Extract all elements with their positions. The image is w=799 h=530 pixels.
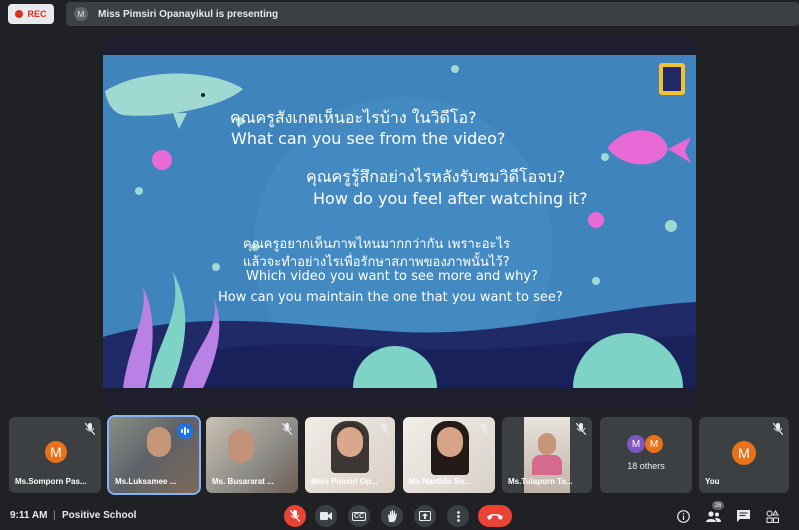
slide-question-2-english: How do you feel after watching it? xyxy=(313,189,588,208)
avatar: M xyxy=(45,441,67,463)
slide-question-1-thai: คุณครูสังเกตเห็นอะไรบ้าง ในวิดีโอ? xyxy=(230,108,477,127)
participant-name: Ms.Tulaporn Ta... xyxy=(508,477,573,486)
recording-indicator[interactable]: REC xyxy=(8,4,54,24)
participant-name: Ms.Nantida So... xyxy=(409,477,471,486)
recording-label: REC xyxy=(27,9,47,19)
raise-hand-button[interactable] xyxy=(381,505,403,527)
camera-icon xyxy=(320,512,332,520)
participant-face xyxy=(147,427,171,457)
participant-name: Ms.Luksamee ... xyxy=(115,477,177,486)
avatar: M xyxy=(627,435,645,453)
participant-name: You xyxy=(705,477,720,486)
slide-question-3-english-line1: Which video you want to see more and why… xyxy=(246,269,538,284)
mic-off-icon xyxy=(85,423,95,435)
slide-background xyxy=(103,37,696,408)
mic-off-icon xyxy=(379,423,389,435)
meeting-info-button[interactable] xyxy=(675,508,691,524)
info-icon xyxy=(676,509,690,523)
people-icon xyxy=(705,510,721,522)
leave-call-button[interactable] xyxy=(478,505,512,527)
mic-off-icon xyxy=(290,510,300,522)
meeting-name: Positive School xyxy=(62,510,137,521)
participants-count-badge: 26 xyxy=(712,501,724,510)
slide-question-2-thai: คุณครูรู้สึกอย่างไรหลังรับชมวิดีโอจบ? xyxy=(306,167,566,186)
participant-tile[interactable]: M Ms.Somporn Pas... xyxy=(9,417,101,493)
participant-tile[interactable]: Miss Pimsiri Op... xyxy=(305,417,395,493)
participant-face xyxy=(538,433,556,455)
camera-toggle-button[interactable] xyxy=(315,505,337,527)
chat-button[interactable] xyxy=(735,508,751,524)
participant-shirt xyxy=(532,455,562,475)
activities-button[interactable] xyxy=(764,508,780,524)
presenter-avatar: M xyxy=(74,7,88,21)
hang-up-icon xyxy=(487,513,503,520)
participant-face xyxy=(437,427,463,457)
slide-question-3-english-line2: How can you maintain the one that you wa… xyxy=(218,290,563,305)
avatar: M xyxy=(732,441,756,465)
hand-icon xyxy=(388,510,397,522)
mic-off-icon xyxy=(773,423,783,435)
participant-tile[interactable]: Ms. Busararat ... xyxy=(206,417,298,493)
slide-question-1-english: What can you see from the video? xyxy=(231,129,506,148)
captions-icon: CC xyxy=(351,511,367,521)
present-screen-icon xyxy=(419,511,431,521)
participant-tile[interactable]: Ms.Nantida So... xyxy=(403,417,495,493)
avatar: M xyxy=(645,435,663,453)
clock: 9:11 AM xyxy=(10,510,48,521)
presenting-banner[interactable]: M Miss Pimsiri Opanayikul is presenting xyxy=(66,2,799,26)
captions-button[interactable]: CC xyxy=(348,505,370,527)
participant-face xyxy=(228,429,254,463)
participant-tile[interactable]: Ms.Luksamee ... xyxy=(107,415,201,495)
mic-off-icon xyxy=(576,423,586,435)
chat-icon xyxy=(736,510,750,522)
people-button[interactable] xyxy=(705,508,721,524)
others-tile[interactable]: M M 18 others xyxy=(600,417,692,493)
participant-name: Miss Pimsiri Op... xyxy=(311,477,378,486)
mic-toggle-button[interactable] xyxy=(284,505,306,527)
speaking-indicator-icon xyxy=(177,423,193,439)
record-dot-icon xyxy=(15,10,24,18)
presentation-slide: คุณครูสังเกตเห็นอะไรบ้าง ในวิดีโอ? What … xyxy=(103,37,696,408)
mic-off-icon xyxy=(282,423,292,435)
more-options-button[interactable] xyxy=(447,505,469,527)
meet-window: REC M Miss Pimsiri Opanayikul is present… xyxy=(0,0,799,530)
separator: | xyxy=(53,510,56,521)
activities-icon xyxy=(766,509,779,523)
participant-name: Ms. Busararat ... xyxy=(212,477,274,486)
more-vert-icon xyxy=(456,510,460,522)
others-count: 18 others xyxy=(627,461,665,471)
participant-tile[interactable]: Ms.Tulaporn Ta... xyxy=(502,417,592,493)
participant-name: Ms.Somporn Pas... xyxy=(15,477,87,486)
mic-off-icon xyxy=(479,423,489,435)
presenting-text: Miss Pimsiri Opanayikul is presenting xyxy=(98,8,279,20)
present-now-button[interactable] xyxy=(414,505,436,527)
self-tile[interactable]: M You xyxy=(699,417,789,493)
participant-face xyxy=(337,427,363,457)
